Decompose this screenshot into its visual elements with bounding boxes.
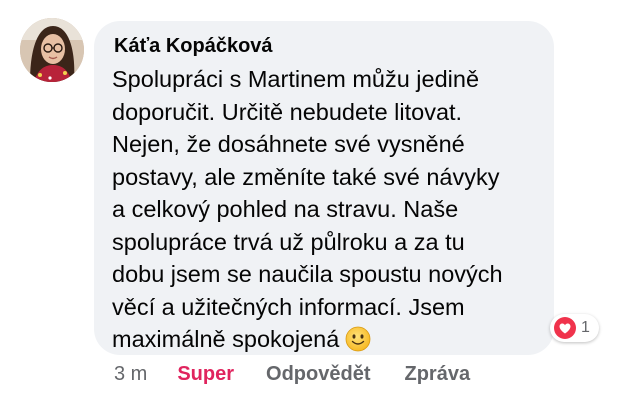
comment-thread: Káťa Kopáčková Spolupráci s Martinem můž… — [0, 0, 620, 415]
reaction-summary[interactable]: 1 — [550, 314, 599, 342]
comment-author[interactable]: Káťa Kopáčková — [114, 35, 273, 58]
comment-actions: 3 m Super Odpovědět Zpráva — [114, 363, 470, 386]
comment-timestamp[interactable]: 3 m — [114, 363, 147, 386]
comment-body: Spolupráci s Martinem můžu jedině doporu… — [112, 63, 542, 356]
comment-bubble: Káťa Kopáčková Spolupráci s Martinem můž… — [94, 21, 554, 355]
comment-text: Spolupráci s Martinem můžu jedině doporu… — [112, 66, 503, 352]
avatar[interactable] — [20, 18, 84, 82]
like-button[interactable]: Super — [177, 363, 234, 386]
reply-button[interactable]: Odpovědět — [266, 363, 370, 386]
profile-photo — [20, 18, 84, 82]
smiling-face-emoji-icon — [345, 326, 371, 352]
message-button[interactable]: Zpráva — [404, 363, 470, 386]
heart-icon — [554, 317, 576, 339]
reaction-count: 1 — [581, 319, 590, 336]
